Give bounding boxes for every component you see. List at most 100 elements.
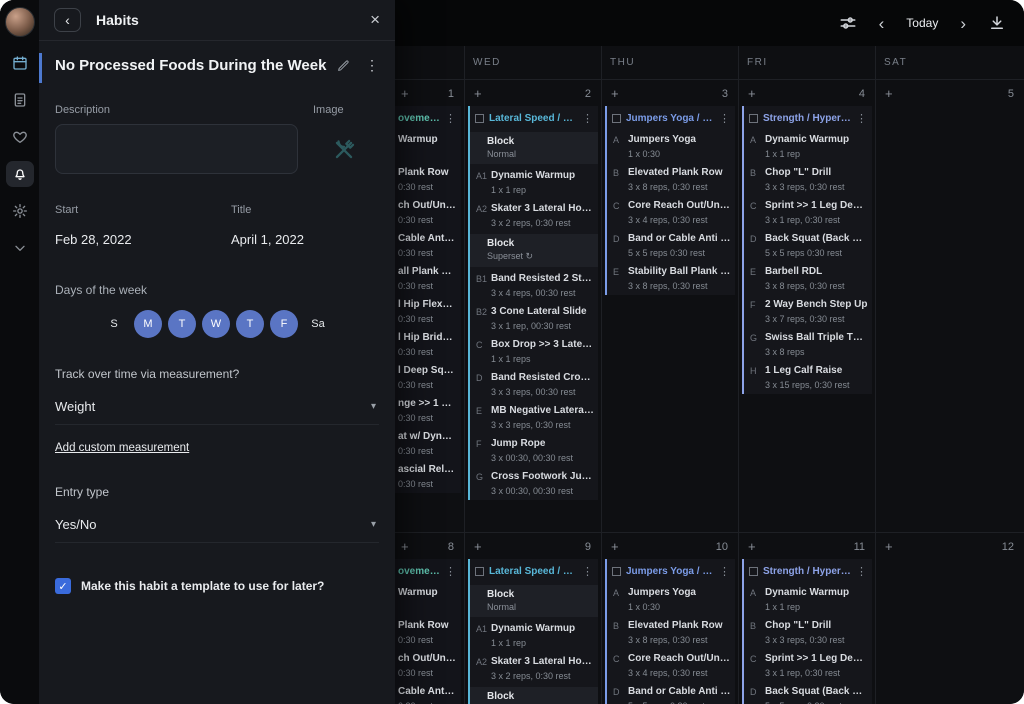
day-toggle-w[interactable]: W <box>202 310 230 338</box>
add-workout-button[interactable]: + <box>748 86 756 101</box>
calendar-cell[interactable]: +9Lateral Speed / Plyo⋮BlockNormalA1Dyna… <box>465 533 601 704</box>
workout-menu-icon[interactable]: ⋮ <box>719 112 730 125</box>
calendar-cell[interactable]: +4Strength / Hypertro...⋮ADynamic Warmup… <box>739 80 875 533</box>
add-workout-button[interactable]: + <box>611 86 619 101</box>
measurement-select[interactable]: Weight ▾ <box>55 394 379 425</box>
exercise-row[interactable]: AJumpers Yoga1 x 0:30 <box>607 583 735 616</box>
end-date-value[interactable]: April 1, 2022 <box>231 232 304 247</box>
exercise-row[interactable]: DBack Squat (Back Off Set)5 x 5 reps 0:3… <box>744 682 872 704</box>
exercise-row[interactable]: B1Band Resisted 2 Step Late...3 x 4 reps… <box>470 269 598 302</box>
workout-card[interactable]: Lateral Speed / Plyo⋮BlockNormalA1Dynami… <box>468 106 598 500</box>
download-icon[interactable] <box>988 14 1006 32</box>
workout-menu-icon[interactable]: ⋮ <box>445 565 456 578</box>
add-workout-button[interactable]: + <box>748 539 756 554</box>
heart-icon[interactable] <box>6 124 34 150</box>
exercise-row[interactable]: A2Skater 3 Lateral Hops >> ...3 x 2 reps… <box>470 199 598 232</box>
exercise-row[interactable]: DBand Resisted Crossover...3 x 3 reps, 0… <box>470 368 598 401</box>
workout-menu-icon[interactable]: ⋮ <box>856 112 867 125</box>
exercise-row[interactable]: GSwiss Ball Triple Threat3 x 8 reps <box>744 328 872 361</box>
next-week-button[interactable]: › <box>960 15 966 32</box>
habit-image-tile[interactable] <box>310 124 379 176</box>
exercise-row[interactable]: DBand or Cable Anti Rotati...5 x 5 reps … <box>607 682 735 704</box>
day-toggle-f[interactable]: F <box>270 310 298 338</box>
day-toggle-m[interactable]: M <box>134 310 162 338</box>
add-workout-button[interactable]: + <box>401 539 409 554</box>
calendar-cell[interactable]: +2Lateral Speed / Plyo⋮BlockNormalA1Dyna… <box>465 80 601 533</box>
workout-card[interactable]: Lateral Speed / Plyo⋮BlockNormalA1Dynami… <box>468 559 598 704</box>
exercise-row[interactable]: A2Skater 3 Lateral Hops >> ...3 x 2 reps… <box>470 652 598 685</box>
habit-menu-icon[interactable]: ⋮ <box>365 57 379 74</box>
add-custom-measurement-link[interactable]: Add custom measurement <box>55 442 189 454</box>
close-icon[interactable]: × <box>370 10 380 30</box>
calendar-cell[interactable]: +5 <box>876 80 1024 533</box>
exercise-row[interactable]: EBarbell RDL3 x 8 reps, 0:30 rest <box>744 262 872 295</box>
workout-checkbox[interactable] <box>475 114 484 123</box>
exercise-row[interactable]: ADynamic Warmup1 x 1 rep <box>744 583 872 616</box>
workout-menu-icon[interactable]: ⋮ <box>582 565 593 578</box>
exercise-row[interactable]: GCross Footwork Jump Rope3 x 00:30, 00:3… <box>470 467 598 500</box>
workout-checkbox[interactable] <box>749 567 758 576</box>
exercise-row[interactable]: ADynamic Warmup1 x 1 rep <box>744 130 872 163</box>
calendar-icon[interactable] <box>6 50 34 76</box>
workout-menu-icon[interactable]: ⋮ <box>582 112 593 125</box>
add-workout-button[interactable]: + <box>474 539 482 554</box>
add-workout-button[interactable]: + <box>474 86 482 101</box>
bell-icon[interactable] <box>6 161 34 187</box>
today-button[interactable]: Today <box>906 16 938 30</box>
filter-sliders-icon[interactable] <box>839 14 857 32</box>
back-button[interactable]: ‹ <box>54 8 81 32</box>
exercise-row[interactable]: EStability Ball Plank Linear ...3 x 8 re… <box>607 262 735 295</box>
exercise-row[interactable]: B23 Cone Lateral Slide3 x 1 rep, 00:30 r… <box>470 302 598 335</box>
exercise-row[interactable]: FJump Rope3 x 00:30, 00:30 rest <box>470 434 598 467</box>
exercise-row[interactable]: H1 Leg Calf Raise3 x 15 reps, 0:30 rest <box>744 361 872 394</box>
add-workout-button[interactable]: + <box>885 86 893 101</box>
day-toggle-t[interactable]: T <box>168 310 196 338</box>
workout-checkbox[interactable] <box>749 114 758 123</box>
day-toggle-s[interactable]: S <box>100 310 128 338</box>
workout-checkbox[interactable] <box>612 114 621 123</box>
add-workout-button[interactable]: + <box>611 539 619 554</box>
start-date-value[interactable]: Feb 28, 2022 <box>55 232 231 247</box>
chevron-down-icon[interactable] <box>6 235 34 261</box>
exercise-row[interactable]: CCore Reach Out/Under3 x 4 reps, 0:30 re… <box>607 649 735 682</box>
workout-checkbox[interactable] <box>475 567 484 576</box>
exercise-row[interactable]: CBox Drop >> 3 Lateral H...1 x 1 reps <box>470 335 598 368</box>
calendar-cell[interactable]: +12 <box>876 533 1024 704</box>
exercise-row[interactable]: CSprint >> 1 Leg Declarations3 x 1 rep, … <box>744 649 872 682</box>
template-checkbox[interactable]: ✓ <box>55 578 71 594</box>
prev-week-button[interactable]: ‹ <box>879 15 885 32</box>
exercise-row[interactable]: AJumpers Yoga1 x 0:30 <box>607 130 735 163</box>
exercise-row[interactable]: BChop "L" Drill3 x 3 reps, 0:30 rest <box>744 163 872 196</box>
day-toggle-sa[interactable]: Sa <box>304 310 332 338</box>
gear-icon[interactable] <box>6 198 34 224</box>
calendar-cell[interactable]: +11Strength / Hypertro...⋮ADynamic Warmu… <box>739 533 875 704</box>
add-workout-button[interactable]: + <box>885 539 893 554</box>
edit-pencil-icon[interactable] <box>337 59 350 72</box>
calendar-cell[interactable]: +10Jumpers Yoga / Core⋮AJumpers Yoga1 x … <box>602 533 738 704</box>
workout-card[interactable]: Strength / Hypertro...⋮ADynamic Warmup1 … <box>742 106 872 394</box>
exercise-row[interactable]: CCore Reach Out/Under3 x 4 reps, 0:30 re… <box>607 196 735 229</box>
workout-menu-icon[interactable]: ⋮ <box>719 565 730 578</box>
workout-checkbox[interactable] <box>612 567 621 576</box>
workout-card[interactable]: Strength / Hypertro...⋮ADynamic Warmup1 … <box>742 559 872 704</box>
exercise-row[interactable]: CSprint >> 1 Leg Declarations3 x 1 rep, … <box>744 196 872 229</box>
document-icon[interactable] <box>6 87 34 113</box>
avatar[interactable] <box>5 7 35 37</box>
exercise-row[interactable]: BChop "L" Drill3 x 3 reps, 0:30 rest <box>744 616 872 649</box>
calendar-cell[interactable]: +3Jumpers Yoga / Core⋮AJumpers Yoga1 x 0… <box>602 80 738 533</box>
workout-menu-icon[interactable]: ⋮ <box>445 112 456 125</box>
exercise-row[interactable]: A1Dynamic Warmup1 x 1 rep <box>470 166 598 199</box>
exercise-row[interactable]: DBack Squat (Back Off Set)5 x 5 reps 0:3… <box>744 229 872 262</box>
exercise-row[interactable]: BElevated Plank Row3 x 8 reps, 0:30 rest <box>607 616 735 649</box>
day-toggle-t[interactable]: T <box>236 310 264 338</box>
entry-type-select[interactable]: Yes/No ▾ <box>55 512 379 543</box>
exercise-row[interactable]: EMB Negative Lateral Hop...3 x 3 reps, 0… <box>470 401 598 434</box>
exercise-row[interactable]: DBand or Cable Anti Rotati...5 x 5 reps … <box>607 229 735 262</box>
exercise-row[interactable]: A1Dynamic Warmup1 x 1 rep <box>470 619 598 652</box>
workout-card[interactable]: Jumpers Yoga / Core⋮AJumpers Yoga1 x 0:3… <box>605 559 735 704</box>
exercise-row[interactable]: F2 Way Bench Step Up3 x 7 reps, 0:30 res… <box>744 295 872 328</box>
workout-card[interactable]: Jumpers Yoga / Core⋮AJumpers Yoga1 x 0:3… <box>605 106 735 295</box>
add-workout-button[interactable]: + <box>401 86 409 101</box>
workout-menu-icon[interactable]: ⋮ <box>856 565 867 578</box>
description-input[interactable] <box>55 124 298 174</box>
